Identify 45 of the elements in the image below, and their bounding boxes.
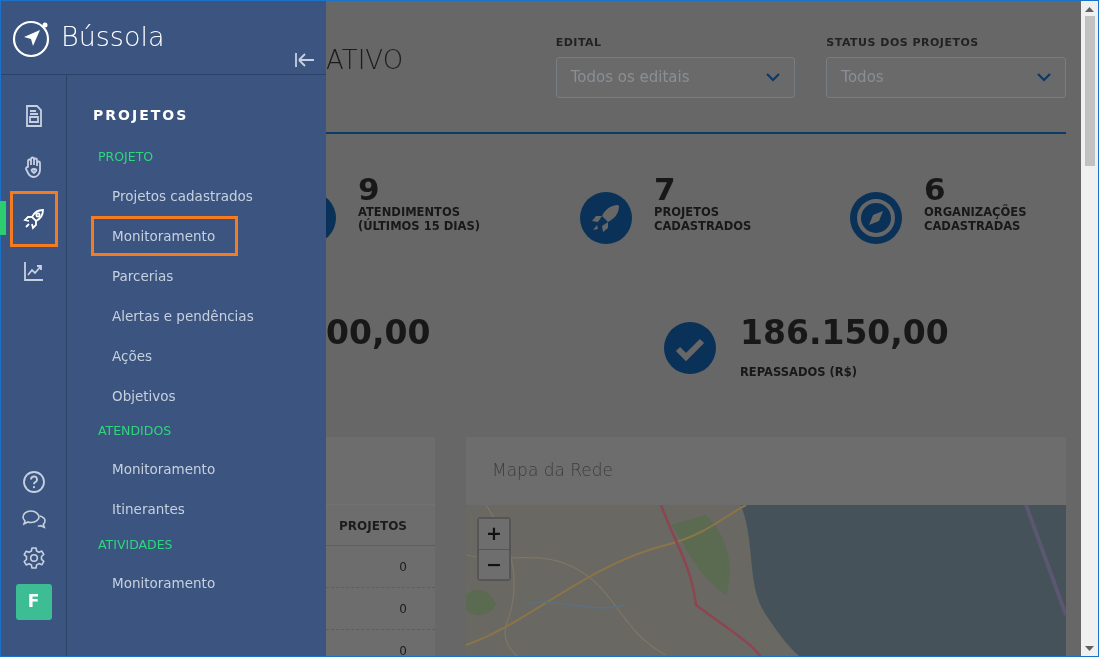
settings-icon[interactable] [21, 546, 46, 570]
filter-label: STATUS DOS PROJETOS [826, 35, 980, 51]
stat-value: 6 [924, 172, 946, 207]
table-cell: 0 [326, 629, 435, 656]
table-cell: 0 [326, 587, 435, 630]
menu-item[interactable]: Alertas e pendências [91, 295, 254, 336]
stat-value: 7 [654, 172, 677, 207]
menu-title: PROJETOS [93, 106, 190, 125]
filter-label: EDITAL [555, 35, 603, 51]
table-cell: 0 [326, 545, 435, 588]
menu-item[interactable]: Monitoramento [91, 449, 216, 490]
app-logo-text: Bússola [61, 20, 165, 55]
total-value: 00,00 [326, 312, 431, 354]
menu-section-heading: ATENDIDOS [98, 421, 173, 440]
menu-item[interactable]: Objetivos [91, 375, 176, 416]
rocket-icon [21, 207, 46, 231]
stat-label: ORGANIZAÇÕES CADASTRADAS [924, 206, 1027, 234]
total-value: 186.150,00 [740, 312, 949, 354]
scroll-down-icon[interactable] [1085, 644, 1094, 652]
menu-item[interactable]: Ações [91, 335, 153, 376]
stat-value: 9 [358, 172, 381, 207]
trend-chart-icon [21, 259, 46, 283]
chevron-down-icon [766, 72, 781, 82]
compass-icon [850, 192, 902, 244]
menu-section-heading: PROJETO [98, 148, 155, 166]
stat-label: ATENDIMENTOS (ÚLTIMOS 15 DIAS) [358, 206, 480, 234]
scroll-thumb[interactable] [1084, 16, 1095, 166]
total-label: REPASSADOS (R$) [740, 363, 858, 381]
collapse-icon[interactable] [294, 51, 316, 69]
check-icon [664, 322, 716, 374]
stat-label: PROJETOS CADASTRADOS [654, 206, 752, 234]
column-header: PROJETOS [326, 504, 435, 546]
help-icon[interactable] [21, 470, 46, 494]
menu-item[interactable]: Monitoramento [91, 215, 238, 256]
menu-section-heading: ATIVIDADES [98, 535, 174, 554]
page-title: ATIVO [326, 44, 405, 77]
menu-item[interactable]: Projetos cadastrados [91, 175, 253, 216]
menu-item[interactable]: Itinerantes [91, 489, 185, 530]
scroll-up-icon[interactable] [1085, 6, 1094, 14]
menu-item[interactable]: Parcerias [91, 255, 174, 296]
chevron-down-icon [1037, 72, 1051, 82]
zoom-out-button[interactable]: − [479, 548, 509, 579]
chat-icon[interactable] [20, 508, 47, 532]
rocket-icon [580, 192, 632, 244]
menu-item[interactable]: Monitoramento [91, 563, 216, 604]
